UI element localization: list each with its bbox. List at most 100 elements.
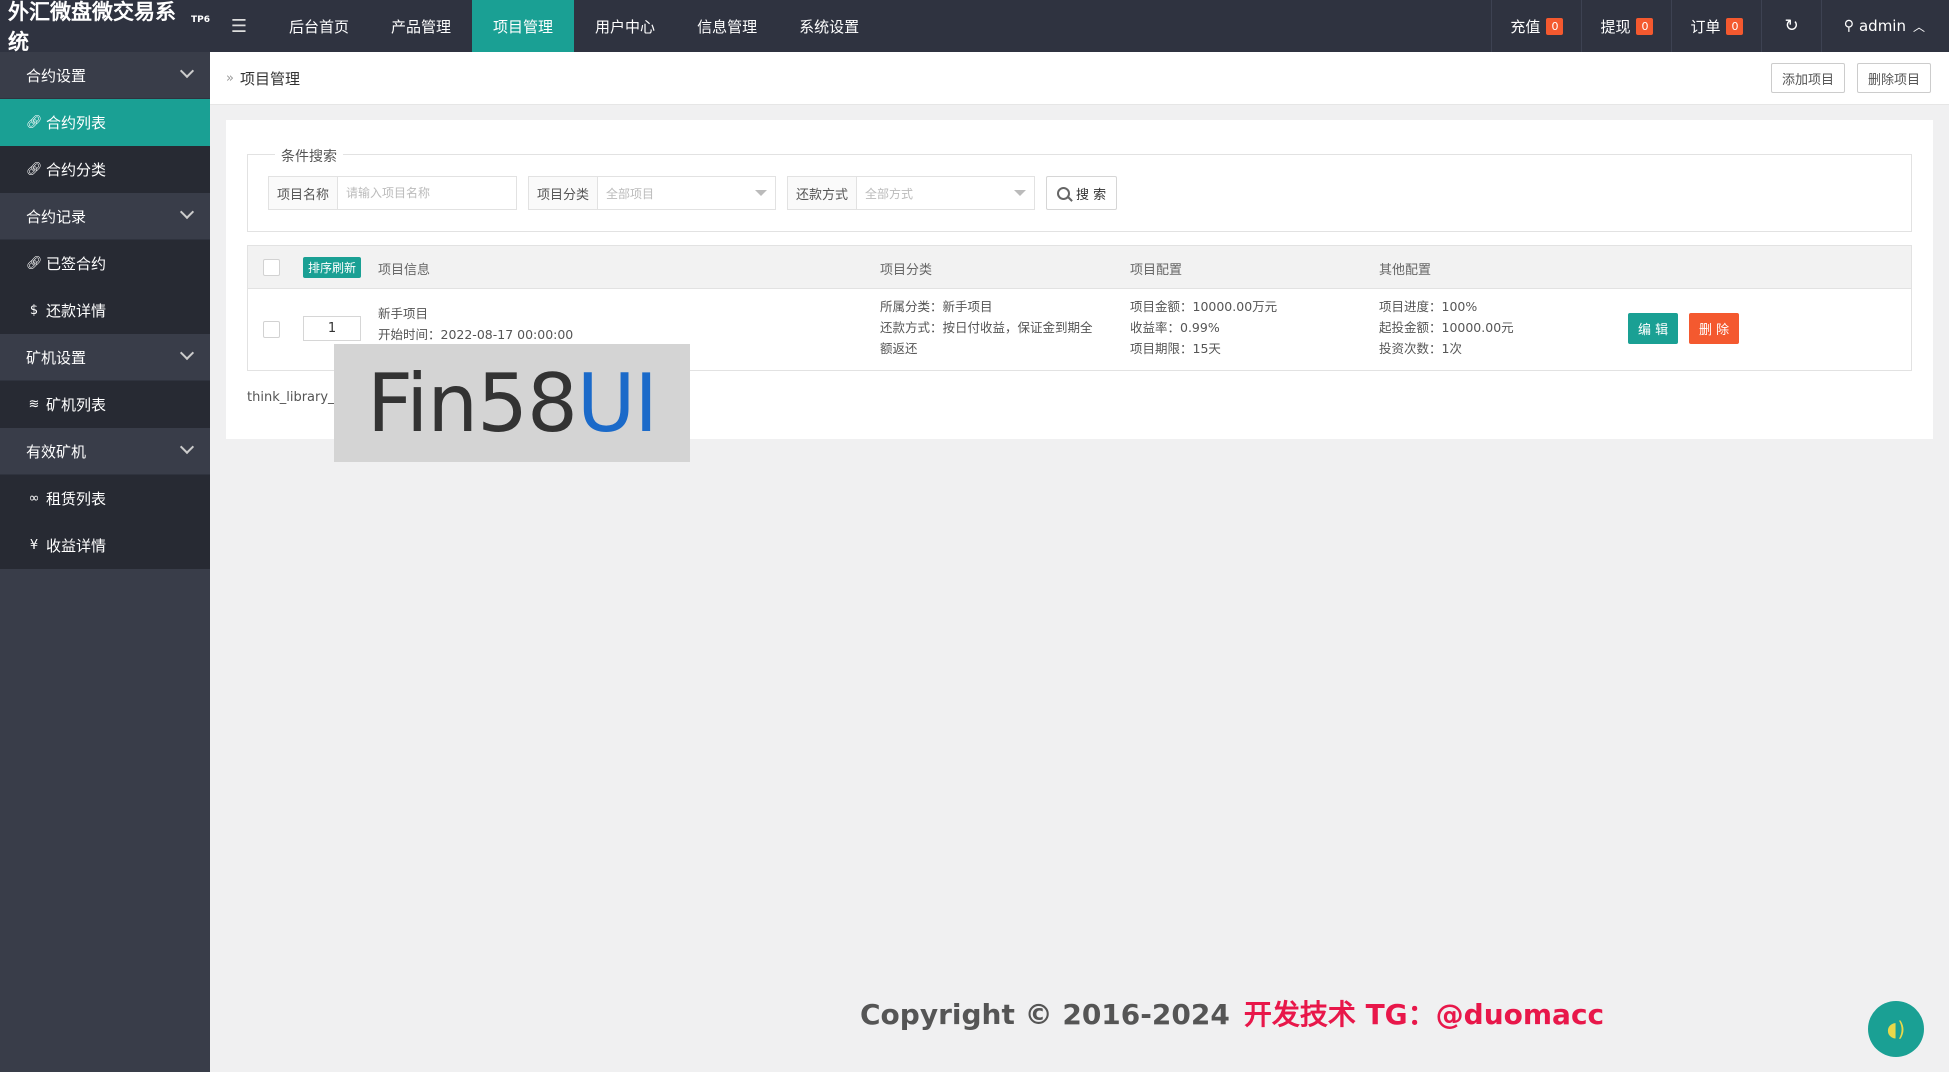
recharge-badge: 0 [1546,17,1564,35]
sidebar: 合约设置 🔗︎ 合约列表 🔗︎ 合约分类 合约记录 🔗︎ 已签合约 $ 还款详情… [0,52,210,1072]
sidebar-group-active-miners[interactable]: 有效矿机 [0,428,210,475]
category-select-value: 全部项目 [606,186,655,201]
category-select[interactable]: 全部项目 [598,177,775,209]
sound-icon[interactable]: ◖) [1868,1001,1924,1057]
nav-item-projects[interactable]: 项目管理 [472,0,575,52]
user-icon: ⚲ [1843,18,1854,34]
nav-item-settings[interactable]: 系统设置 [778,0,880,52]
repay-group: 还款方式 全部方式 [787,176,1036,210]
header-right: 充值 0 提现 0 订单 0 ↻ ⚲ admin ︿ [1491,0,1949,52]
double-chevron-right-icon: » [226,70,234,86]
username: admin [1858,17,1906,35]
project-start-time: 开始时间：2022-08-17 00:00:00 [378,327,574,342]
col-header-config: 项目配置 [1130,263,1183,278]
chevron-down-icon [179,439,195,455]
repay-select[interactable]: 全部方式 [857,177,1034,209]
col-header-other: 其他配置 [1379,263,1432,278]
sidebar-item-income[interactable]: ¥ 收益详情 [0,522,210,569]
breadcrumb-bar: » 项目管理 添加项目 删除项目 [210,52,1949,105]
sidebar-group-contract-settings[interactable]: 合约设置 [0,52,210,99]
top-header: 外汇微盘微交易系统 TP6 ☰ 后台首页 产品管理 项目管理 用户中心 信息管理 … [0,0,1949,54]
table-header: 排序刷新 项目信息 项目分类 项目配置 其他配置 [248,246,1911,289]
order-link[interactable]: 订单 0 [1671,0,1761,52]
project-category: 所属分类：新手项目 [880,299,993,314]
sidebar-item-contract-list[interactable]: 🔗︎ 合约列表 [0,99,210,146]
sidebar-group-label: 合约设置 [26,66,87,85]
delete-projects-button[interactable]: 删除项目 [1856,63,1931,93]
refresh-icon[interactable]: ↻ [1761,0,1820,52]
nav-item-products[interactable]: 产品管理 [370,0,472,52]
project-name-label: 项目名称 [269,177,339,209]
cell-config: 项目金额：10000.00万元 收益率：0.99% 项目期限：15天 [1130,296,1277,359]
sidebar-item-label: 合约分类 [46,161,107,179]
sidebar-group-label: 矿机设置 [26,348,87,367]
copyright: Copyright © 2016-2024 开发技术 TG：@duomacc [860,993,1604,1033]
user-menu[interactable]: ⚲ admin ︿ [1820,0,1949,52]
chevron-down-icon [179,345,195,361]
dollar-icon: $ [29,303,39,318]
project-progress: 项目进度：100% [1379,299,1478,314]
category-group: 项目分类 全部项目 [528,176,777,210]
yen-icon: ¥ [29,538,39,553]
cell-category: 所属分类：新手项目 还款方式：按日付收益，保证金到期全 额返还 [880,296,1093,359]
project-name-input[interactable] [338,177,517,209]
sidebar-item-repay[interactable]: $ 还款详情 [0,287,210,334]
chevron-down-icon [179,204,195,220]
sidebar-group-miner-settings[interactable]: 矿机设置 [0,334,210,381]
watermark-part2: UI [576,356,658,450]
pagination-text: think_library_p [247,390,343,405]
col-header-category: 项目分类 [880,263,933,278]
chevron-up-icon: ︿ [1912,19,1925,34]
infinity-icon: ∞ [28,491,40,506]
withdraw-label: 提现 [1600,17,1631,36]
copyright-highlight: 开发技术 TG：@duomacc [1243,998,1605,1031]
order-badge: 0 [1726,17,1744,35]
brand-title: 外汇微盘微交易系统 [8,0,176,54]
top-actions: 添加项目 删除项目 [1770,63,1949,93]
sidebar-group-contract-records[interactable]: 合约记录 [0,193,210,240]
sidebar-group-label: 合约记录 [26,207,87,226]
sidebar-group-label: 有效矿机 [26,442,87,461]
sidebar-item-label: 收益详情 [46,537,107,555]
nav-item-home[interactable]: 后台首页 [268,0,370,52]
col-header-info: 项目信息 [378,263,431,278]
link-icon: 🔗︎ [26,256,43,271]
cell-other: 项目进度：100% 起投金额：10000.00元 投资次数：1次 [1379,296,1514,359]
add-project-button[interactable]: 添加项目 [1770,63,1845,93]
sidebar-item-label: 租赁列表 [46,490,107,508]
project-name-group: 项目名称 [268,176,518,210]
sidebar-item-label: 还款详情 [46,302,107,320]
copyright-text: Copyright © 2016-2024 [860,998,1230,1031]
sidebar-item-rent-list[interactable]: ∞ 租赁列表 [0,475,210,522]
project-repay-line2: 额返还 [880,341,918,356]
withdraw-link[interactable]: 提现 0 [1581,0,1671,52]
project-invest-times: 投资次数：1次 [1379,341,1462,356]
hamburger-icon[interactable]: ☰ [210,0,268,52]
sidebar-item-label: 矿机列表 [46,396,107,414]
search-button-label: 搜 索 [1076,187,1107,203]
top-nav: 后台首页 产品管理 项目管理 用户中心 信息管理 系统设置 [268,0,880,52]
sidebar-item-miner-list[interactable]: ≋ 矿机列表 [0,381,210,428]
recharge-label: 充值 [1510,17,1541,36]
search-icon [1057,186,1071,200]
nav-item-info[interactable]: 信息管理 [676,0,778,52]
sort-order-input[interactable]: 1 [303,316,361,341]
select-all-checkbox[interactable] [263,259,280,276]
category-label: 项目分类 [529,177,599,209]
link-icon: 🔗︎ [26,162,43,177]
brand-version: TP6 [191,15,210,25]
project-min-invest: 起投金额：10000.00元 [1379,320,1514,335]
caret-down-icon [1014,190,1027,196]
nav-item-users[interactable]: 用户中心 [574,0,676,52]
edit-button[interactable]: 编 辑 [1628,313,1679,344]
app-brand[interactable]: 外汇微盘微交易系统 TP6 [0,0,210,54]
sidebar-item-signed[interactable]: 🔗︎ 已签合约 [0,240,210,287]
search-button[interactable]: 搜 索 [1046,176,1118,210]
recharge-link[interactable]: 充值 0 [1491,0,1581,52]
layers-icon: ≋ [28,397,40,412]
chevron-down-icon [179,63,195,79]
delete-button[interactable]: 删 除 [1689,313,1740,344]
row-checkbox[interactable] [263,321,280,338]
sort-refresh-button[interactable]: 排序刷新 [303,257,362,278]
sidebar-item-contract-category[interactable]: 🔗︎ 合约分类 [0,146,210,193]
